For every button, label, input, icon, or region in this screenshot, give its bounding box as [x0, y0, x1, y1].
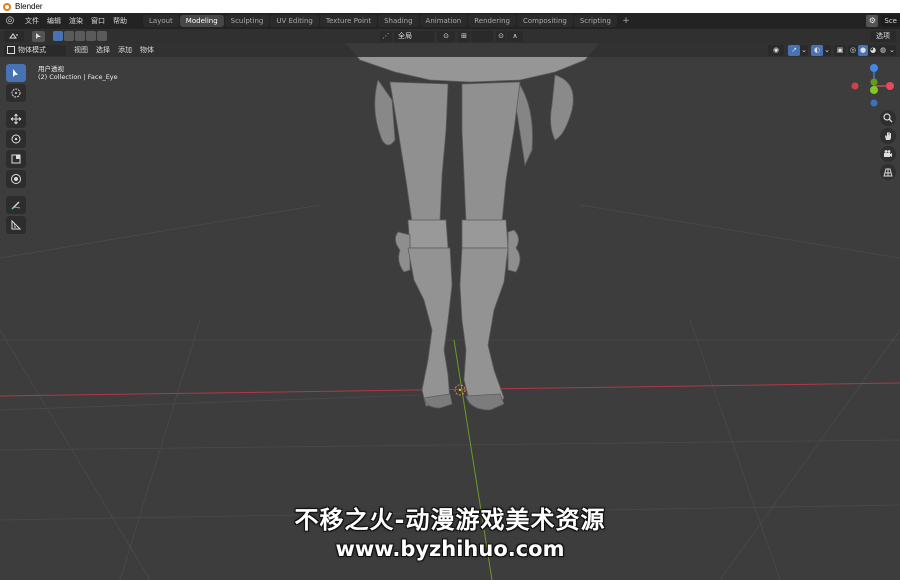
zoom-icon[interactable]	[880, 110, 896, 126]
object-mode-icon	[7, 46, 15, 54]
watermark-title: 不移之火-动漫游戏美术资源	[294, 506, 606, 534]
menu-file[interactable]: 文件	[21, 13, 43, 29]
shading-wireframe-icon[interactable]: ◎	[848, 44, 858, 56]
gizmo-dropdown-icon[interactable]: ⌄	[800, 44, 808, 56]
pan-hand-icon[interactable]	[880, 128, 896, 144]
tab-uv-editing[interactable]: UV Editing	[270, 15, 319, 27]
menu-select[interactable]: 选择	[92, 45, 114, 55]
select-box-icon[interactable]	[6, 64, 26, 82]
cursor-icon[interactable]	[6, 84, 26, 102]
scale-icon[interactable]	[6, 150, 26, 168]
shading-solid-icon[interactable]: ●	[858, 44, 868, 56]
os-title-bar: Blender	[0, 0, 900, 13]
overlay-dropdown-icon[interactable]: ⌄	[823, 44, 831, 56]
menu-add[interactable]: 添加	[114, 45, 136, 55]
selection-mode-group	[53, 31, 108, 41]
rotate-icon[interactable]	[6, 130, 26, 148]
tab-compositing[interactable]: Compositing	[516, 15, 573, 27]
annotate-icon[interactable]	[6, 196, 26, 214]
tab-modeling[interactable]: Modeling	[179, 15, 224, 27]
menu-render[interactable]: 渲染	[65, 13, 87, 29]
gizmo-toggle-icon[interactable]: ↗	[788, 44, 800, 56]
menu-edit[interactable]: 编辑	[43, 13, 65, 29]
select-subtract-icon[interactable]	[75, 31, 85, 41]
camera-icon[interactable]	[880, 146, 896, 162]
transform-orientation-value: 全局	[398, 32, 412, 40]
menu-window[interactable]: 窗口	[87, 13, 109, 29]
window-title: Blender	[15, 2, 43, 11]
scene-selector[interactable]: ⚙ Sce	[866, 15, 900, 27]
grid-icon[interactable]	[880, 164, 896, 180]
tool-header: ⋰ 全局 ⊙ ⊞ ⊙ ∧ 选项	[0, 29, 900, 43]
add-workspace-icon[interactable]: +	[621, 16, 631, 26]
select-invert-icon[interactable]	[86, 31, 96, 41]
shading-material-icon[interactable]: ◕	[868, 44, 878, 56]
top-bar: ◎ 文件 编辑 渲染 窗口 帮助 Layout Modeling Sculpti…	[0, 13, 900, 29]
3d-cursor-icon	[454, 384, 466, 396]
options-button[interactable]: 选项	[870, 30, 896, 42]
viewport-display-group: ◉ ↗ ⌄ ◐ ⌄ ▣ ◎ ● ◕ ◍ ⌄	[768, 44, 896, 56]
options-label: 选项	[876, 32, 890, 40]
proportional-edit-icon[interactable]: ⊙	[496, 30, 506, 42]
scene-name[interactable]: Sce	[881, 15, 900, 27]
view-name: 用户透视	[38, 65, 64, 73]
shading-rendered-icon[interactable]: ◍	[878, 44, 888, 56]
active-tool-button[interactable]	[32, 30, 45, 42]
left-toolbar	[6, 64, 26, 236]
pivot-point-icon[interactable]: ⊙	[437, 30, 455, 42]
menu-view[interactable]: 视图	[70, 45, 92, 55]
overlay-toggle-icon[interactable]: ◐	[811, 44, 823, 56]
select-new-icon[interactable]	[53, 31, 63, 41]
editor-type-icon	[9, 33, 18, 39]
scene-icon[interactable]: ⚙	[866, 15, 879, 27]
snap-icon[interactable]: ⊞	[458, 30, 470, 42]
measure-icon[interactable]	[6, 216, 26, 234]
tab-texture-paint[interactable]: Texture Point	[319, 15, 378, 27]
character-model[interactable]	[344, 43, 601, 411]
cursor-arrow-icon	[36, 33, 41, 39]
visibility-icon[interactable]: ◉	[768, 44, 784, 56]
falloff-icon[interactable]: ∧	[507, 30, 523, 42]
tab-layout[interactable]: Layout	[143, 15, 179, 27]
transform-orientation-select[interactable]: 全局	[394, 30, 434, 42]
transform-icon[interactable]	[6, 170, 26, 188]
tab-sculpting[interactable]: Sculpting	[224, 15, 270, 27]
tab-animation[interactable]: Animation	[419, 15, 468, 27]
xray-toggle-icon[interactable]: ▣	[834, 44, 846, 56]
tab-scripting[interactable]: Scripting	[573, 15, 617, 27]
workspace-tabs: Layout Modeling Sculpting UV Editing Tex…	[143, 13, 631, 29]
menu-object[interactable]: 物体	[136, 45, 158, 55]
move-icon[interactable]	[6, 110, 26, 128]
interaction-mode-select[interactable]: 物体模式	[4, 44, 66, 56]
select-intersect-icon[interactable]	[97, 31, 107, 41]
viewport-header: 物体模式 视图 选择 添加 物体 ◉ ↗ ⌄ ◐ ⌄ ▣ ◎ ● ◕ ◍ ⌄	[0, 43, 900, 57]
blender-logo-icon[interactable]: ◎	[3, 14, 17, 28]
transform-group: ⋰ 全局 ⊙ ⊞ ⊙ ∧	[380, 30, 523, 42]
editor-type-button[interactable]	[4, 30, 24, 42]
menu-help[interactable]: 帮助	[109, 13, 131, 29]
tab-shading[interactable]: Shading	[378, 15, 419, 27]
blender-app-icon	[3, 2, 11, 11]
shading-dropdown-icon[interactable]: ⌄	[888, 44, 896, 56]
collection-info: (2) Collection | Face_Eye	[38, 73, 118, 81]
watermark-url: www.byzhihuo.com	[335, 537, 565, 561]
interaction-mode-value: 物体模式	[18, 46, 46, 54]
orientation-icon[interactable]: ⋰	[380, 30, 392, 42]
select-extend-icon[interactable]	[64, 31, 74, 41]
tab-rendering[interactable]: Rendering	[468, 15, 516, 27]
snap-target-select[interactable]	[471, 30, 493, 42]
